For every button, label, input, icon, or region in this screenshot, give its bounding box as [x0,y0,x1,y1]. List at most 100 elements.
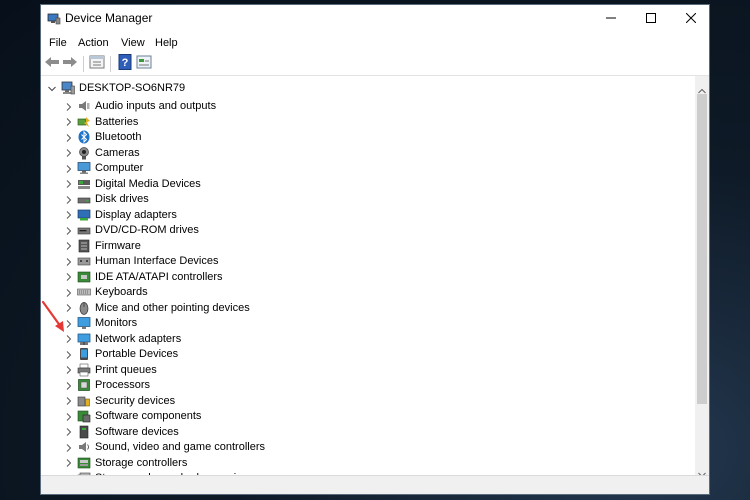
close-button[interactable] [671,5,709,33]
storage-controller-icon [77,456,91,470]
tree-category-row[interactable]: Human Interface Devices [41,254,695,269]
tree-category-label: Digital Media Devices [95,177,201,190]
tree-category-label: Audio inputs and outputs [95,100,217,112]
back-button[interactable] [44,56,60,72]
tree-category-row[interactable]: Batteries [41,115,695,130]
chevron-right-icon[interactable] [64,459,73,468]
help-button[interactable]: ? [117,53,133,72]
maximize-button[interactable] [631,5,671,33]
dvd-drive-icon [77,223,91,237]
speaker-icon [77,99,91,113]
chevron-right-icon[interactable] [64,381,73,390]
tree-category-row[interactable]: Bluetooth [41,130,695,145]
tree-category-row[interactable]: Keyboards [41,285,695,300]
chevron-right-icon[interactable] [64,319,73,328]
tree-category-label: Cameras [95,146,140,159]
forward-arrow-icon [62,55,78,73]
tree-category-row[interactable]: Processors [41,378,695,393]
computer-icon [77,161,91,175]
chevron-right-icon[interactable] [64,335,73,344]
tree-root[interactable]: DESKTOP-SO6NR79 [41,80,695,96]
properties-button[interactable] [89,55,105,74]
chevron-right-icon[interactable] [64,350,73,359]
chevron-right-icon[interactable] [64,149,73,158]
chevron-right-icon[interactable] [64,397,73,406]
chevron-right-icon[interactable] [64,257,73,266]
tree-category-row[interactable]: Portable Devices [41,347,695,362]
chevron-right-icon[interactable] [64,304,73,313]
tree-category-row[interactable]: Disk drives [41,192,695,207]
vertical-scrollbar[interactable] [695,76,709,478]
minimize-button[interactable] [591,5,631,33]
battery-icon [77,115,91,129]
computer-name: DESKTOP-SO6NR79 [79,82,186,94]
tree-category-label: Computer [95,162,144,174]
media-device-icon [77,177,91,191]
properties-icon [89,55,105,74]
chevron-right-icon[interactable] [64,428,73,437]
chevron-right-icon[interactable] [64,133,73,142]
chevron-right-icon[interactable] [64,273,73,282]
tree-category-label: Software devices [95,425,179,438]
tree-category-row[interactable]: Audio inputs and outputs [41,99,695,114]
tree-category-row[interactable]: DVD/CD-ROM drives [41,223,695,238]
sound-icon [77,440,91,454]
tree-category-row[interactable]: Mice and other pointing devices [41,301,695,316]
tree-category-row[interactable]: Security devices [41,394,695,409]
device-tree: DESKTOP-SO6NR79 Audio inputs and outputs… [41,76,695,475]
chevron-right-icon[interactable] [64,443,73,452]
computer-root-icon [61,81,75,95]
tree-category-row[interactable]: Storage controllers [41,456,695,471]
toolbar-separator [83,56,84,72]
tree-category-row[interactable]: Computer [41,161,695,176]
tree-category-row[interactable]: Print queues [41,363,695,378]
close-icon [685,10,697,28]
tree-category-row[interactable]: Sound, video and game controllers [41,440,695,455]
minimize-icon [606,10,616,28]
menu-action[interactable]: Action [78,37,109,49]
chevron-right-icon[interactable] [64,288,73,297]
forward-button[interactable] [62,56,78,72]
tree-category-label: Keyboards [95,286,148,298]
tree-category-row[interactable]: Software components [41,409,695,424]
menu-view[interactable]: View [121,37,145,49]
network-adapter-icon [77,332,91,346]
chevron-right-icon[interactable] [64,242,73,251]
tree-category-row[interactable]: Monitors [41,316,695,331]
chevron-down-icon[interactable] [47,84,56,93]
tree-category-label: Portable Devices [95,348,179,360]
tree-category-label: Bluetooth [95,131,142,143]
tree-category-row[interactable]: Firmware [41,239,695,254]
tree-category-row[interactable]: IDE ATA/ATAPI controllers [41,270,695,285]
tree-category-row[interactable]: Cameras [41,146,695,161]
chevron-right-icon[interactable] [64,195,73,204]
printer-icon [77,363,91,377]
tree-category-row[interactable]: Network adapters [41,332,695,347]
chevron-right-icon[interactable] [64,366,73,375]
tree-category-row[interactable]: Display adapters [41,208,695,223]
back-arrow-icon [44,55,60,73]
tree-category-label: Storage controllers [95,456,188,469]
chevron-right-icon[interactable] [64,102,73,111]
title-bar[interactable]: Device Manager [41,5,709,33]
chevron-right-icon[interactable] [64,180,73,189]
camera-icon [77,146,91,160]
menu-file[interactable]: File [49,37,67,49]
tree-category-label: Security devices [95,394,176,407]
processor-icon [77,378,91,392]
tree-category-row[interactable]: Software devices [41,425,695,440]
menu-help[interactable]: Help [155,37,178,49]
maximize-icon [646,10,656,28]
toolbar-separator [110,56,111,72]
security-device-icon [77,394,91,408]
chevron-right-icon[interactable] [64,118,73,127]
svg-text:?: ? [122,57,129,69]
tree-category-row[interactable]: Digital Media Devices [41,177,695,192]
show-hidden-button[interactable] [136,55,152,72]
chevron-right-icon[interactable] [64,211,73,220]
chevron-right-icon[interactable] [64,412,73,421]
status-bar [41,475,709,494]
chevron-right-icon[interactable] [64,164,73,173]
scrollbar-thumb[interactable] [697,94,707,404]
chevron-right-icon[interactable] [64,226,73,235]
